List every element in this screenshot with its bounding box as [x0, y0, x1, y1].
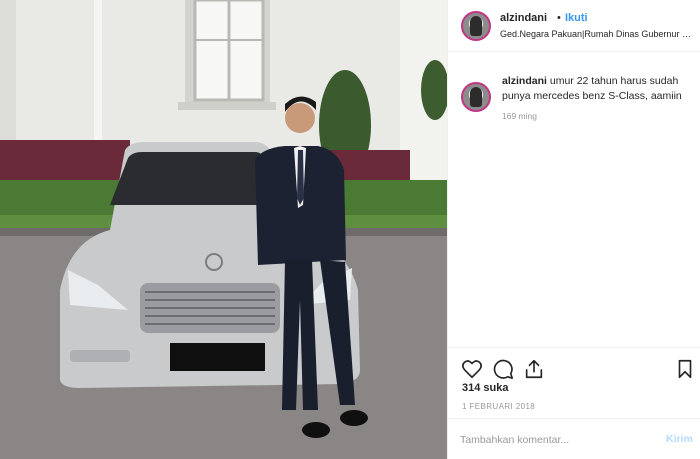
post-date: 1 FEBRUARI 2018: [462, 402, 536, 411]
post-header: alzindani • Ikuti Ged.Negara Pakuan|Ruma…: [448, 0, 700, 52]
caption-avatar[interactable]: [461, 82, 491, 112]
likes-count[interactable]: 314 suka: [462, 382, 508, 394]
comment-input[interactable]: [460, 431, 650, 449]
header-separator: •: [557, 12, 561, 24]
post-username[interactable]: alzindani: [500, 12, 547, 24]
post-panel: alzindani • Ikuti Ged.Negara Pakuan|Ruma…: [447, 0, 700, 459]
follow-button[interactable]: Ikuti: [565, 12, 588, 24]
comment-bar: Kirim: [448, 418, 700, 459]
post-comment-button[interactable]: Kirim: [666, 433, 693, 445]
comment-icon[interactable]: [492, 358, 514, 380]
caption: alzindani umur 22 tahun harus sudah puny…: [502, 74, 697, 104]
post-photo[interactable]: [0, 0, 447, 459]
caption-username[interactable]: alzindani: [502, 75, 547, 87]
action-bar: [448, 347, 700, 387]
photo-scene: [0, 0, 447, 459]
avatar[interactable]: [461, 11, 491, 41]
bookmark-icon[interactable]: [674, 358, 696, 380]
post-location[interactable]: Ged.Negara Pakuan|Rumah Dinas Gubernur J…: [500, 29, 693, 39]
heart-icon[interactable]: [461, 358, 483, 380]
share-icon[interactable]: [523, 358, 545, 380]
caption-time: 169 ming: [502, 111, 537, 121]
